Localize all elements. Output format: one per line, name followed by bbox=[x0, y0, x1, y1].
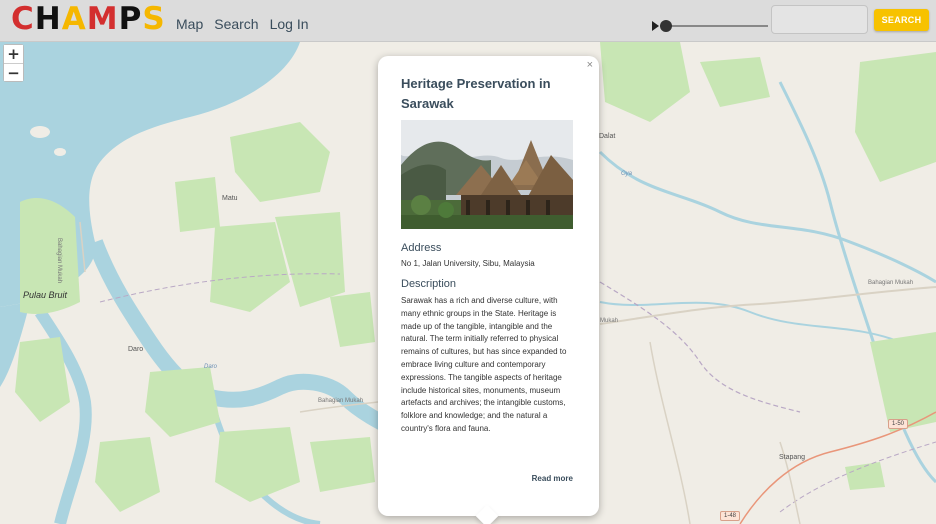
nav-map-link[interactable]: Map bbox=[176, 16, 203, 32]
time-slider[interactable] bbox=[652, 17, 770, 35]
description-text: Sarawak has a rich and diverse culture, … bbox=[401, 296, 567, 433]
map-label-pulau-bruit: Pulau Bruit bbox=[23, 290, 68, 300]
map-label-dalat: Dalat bbox=[599, 133, 616, 140]
logo-letter: C bbox=[11, 1, 35, 37]
top-bar: CHAMPS Map Search Log In SEARCH bbox=[0, 0, 936, 42]
map-label-mukah-partial: Mukah bbox=[600, 318, 619, 324]
search-input[interactable] bbox=[771, 5, 868, 34]
logo-letter: S bbox=[142, 1, 166, 37]
zoom-out-button[interactable]: − bbox=[4, 63, 23, 82]
map-label-daro-river: Daro bbox=[204, 364, 218, 370]
map-label-oya: Oya bbox=[621, 171, 633, 177]
address-text: No 1, Jalan University, Sibu, Malaysia bbox=[401, 259, 535, 268]
champs-logo[interactable]: CHAMPS bbox=[11, 1, 166, 37]
slider-thumb[interactable] bbox=[660, 20, 672, 32]
map-label-matu: Matu bbox=[222, 195, 238, 202]
nav-login-link[interactable]: Log In bbox=[270, 16, 309, 32]
heritage-photo bbox=[401, 120, 573, 229]
logo-letter: P bbox=[118, 1, 143, 37]
search-button[interactable]: SEARCH bbox=[874, 9, 929, 31]
map-label-stapang: Stapang bbox=[779, 454, 806, 461]
site-popup: × Heritage Preservation in Sarawak Addre… bbox=[378, 56, 599, 524]
popup-title: Heritage Preservation in Sarawak bbox=[401, 76, 551, 111]
read-more-link[interactable]: Read more bbox=[532, 474, 573, 483]
map-label-daro: Daro bbox=[128, 346, 144, 353]
logo-letter: A bbox=[61, 1, 87, 37]
zoom-control: + − bbox=[3, 44, 24, 82]
description-heading: Description bbox=[401, 278, 457, 290]
zoom-in-button[interactable]: + bbox=[4, 45, 23, 63]
logo-letter: M bbox=[86, 1, 119, 37]
play-icon[interactable] bbox=[652, 21, 659, 31]
address-heading: Address bbox=[401, 242, 442, 254]
main-nav: Map Search Log In bbox=[176, 16, 309, 32]
map-label-bahagian-mukah-3: Bahagian Mukah bbox=[56, 238, 62, 284]
road-shield-1-50: 1-50 bbox=[888, 419, 909, 429]
road-shield-1-48: 1-48 bbox=[720, 511, 741, 521]
slider-track[interactable] bbox=[662, 25, 768, 27]
map-label-bahagian-mukah-1: Bahagian Mukah bbox=[868, 280, 914, 286]
app-root: CHAMPS Map Search Log In SEARCH Pulau Br… bbox=[0, 0, 936, 524]
nav-search-link[interactable]: Search bbox=[214, 16, 258, 32]
logo-letter: H bbox=[34, 1, 62, 37]
map-label-bahagian-mukah-2: Bahagian Mukah bbox=[318, 398, 364, 404]
close-icon[interactable]: × bbox=[587, 59, 593, 71]
